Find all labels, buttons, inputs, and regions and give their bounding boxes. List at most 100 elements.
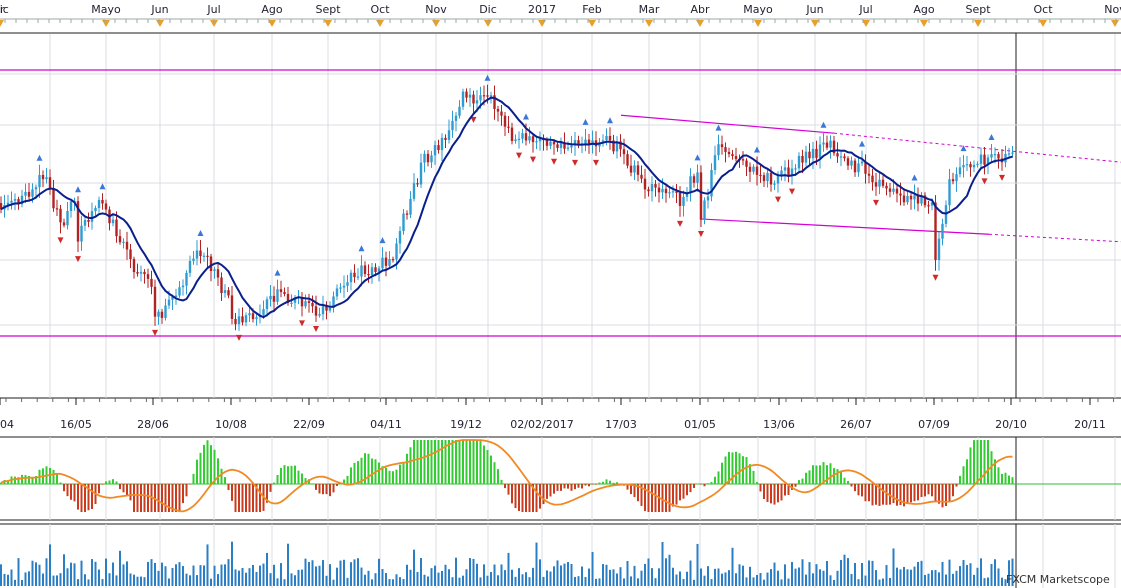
volume-bar [868,560,870,586]
price-chart[interactable]: r Mayo Jun Jul Ago Sept Oct Nov Dic 2017 Feb Mar Abr… [0,0,1121,588]
volume-bar [822,570,825,586]
candle-body [178,287,181,296]
volume-bar [31,560,34,586]
oscillator-bar [276,474,279,484]
oscillator-bar [756,482,758,484]
candle-body [801,155,804,163]
month-label: Dic [0,3,9,16]
volume-bar [696,543,699,586]
oscillator-bar [273,482,275,484]
oscillator-bar [546,484,548,499]
volume-bar [955,570,958,586]
volume-bar [385,573,387,586]
oscillator-bar [602,481,604,484]
candle-body [549,141,552,146]
volume-bar [77,579,79,586]
oscillator-bar [469,440,471,484]
candle-body [748,166,752,172]
oscillator-bar [857,484,860,496]
volume-bar [773,562,776,586]
candle-body [10,200,13,203]
candle-body [167,299,171,306]
volume-bar [206,544,209,586]
candle-body [720,144,724,148]
candle-body [993,154,997,156]
oscillator-bar [784,484,786,496]
oscillator-bar [301,473,303,484]
oscillator-bar [115,481,118,484]
volume-bar [563,563,566,586]
volume-bar [308,562,310,586]
oscillator-bar [112,479,114,484]
oscillator-bar [451,440,454,484]
volume-bar [287,543,289,586]
candle-body [24,191,27,196]
candle-body [160,311,164,318]
volume-bar [574,576,576,586]
oscillator-bar [416,440,419,484]
oscillator-bar [413,440,415,484]
volume-bar [875,570,877,586]
oscillator-bar [861,484,863,497]
oscillator-bar [353,462,356,484]
oscillator-bar [476,440,478,484]
volume-bar [136,576,139,586]
candle-body [885,185,888,189]
candle-body [650,184,654,192]
candle-body [244,315,248,323]
volume-bar [364,574,366,586]
oscillator-bar [350,467,352,484]
oscillator-bar [1011,477,1014,484]
date-label: 16/05 [60,418,92,431]
oscillator-bar [336,484,338,486]
volume-bar [462,575,464,586]
volume-bar [185,573,188,586]
volume-bar [647,558,650,586]
candle-body [990,154,993,158]
volume-bar [441,570,443,586]
oscillator-bar [819,465,821,484]
volume-bar [959,566,961,586]
volume-bar [668,554,671,586]
candle-body [311,302,314,307]
oscillator-bar [703,484,706,487]
oscillator-bar [717,471,720,484]
candle-body [472,94,475,104]
oscillator-bar [329,484,331,497]
oscillator-bar [1004,472,1007,484]
candle-body [815,148,818,158]
candle-body [822,142,825,145]
candle-body [164,305,167,318]
volume-bar [927,573,930,586]
volume-bar [731,547,734,586]
volume-bar [66,568,69,586]
candle-body [412,183,416,199]
candle-body [818,144,822,158]
oscillator-bar [493,462,496,484]
volume-bar [826,561,828,586]
volume-bar [252,564,254,586]
candle-body [234,318,237,325]
volume-bar [56,575,58,586]
volume-bar [402,578,405,586]
candle-body [976,163,979,166]
candle-body [787,167,790,176]
oscillator-bar [21,474,23,484]
oscillator-bar [962,466,965,484]
volume-bar [539,559,541,586]
volume-bar [164,566,167,586]
volume-bar [710,579,713,586]
candle-body [405,213,409,215]
candle-body [395,243,398,260]
candle-body [223,290,227,294]
oscillator-bar [178,484,181,512]
volume-bar [717,568,720,586]
volume-bar [157,570,160,586]
candle-body [759,174,762,177]
volume-bar [451,577,454,586]
volume-bar [255,571,258,586]
oscillator-bar [668,484,671,512]
oscillator-bar [612,482,615,484]
volume-bar [266,552,268,586]
volume-bar [962,560,965,586]
